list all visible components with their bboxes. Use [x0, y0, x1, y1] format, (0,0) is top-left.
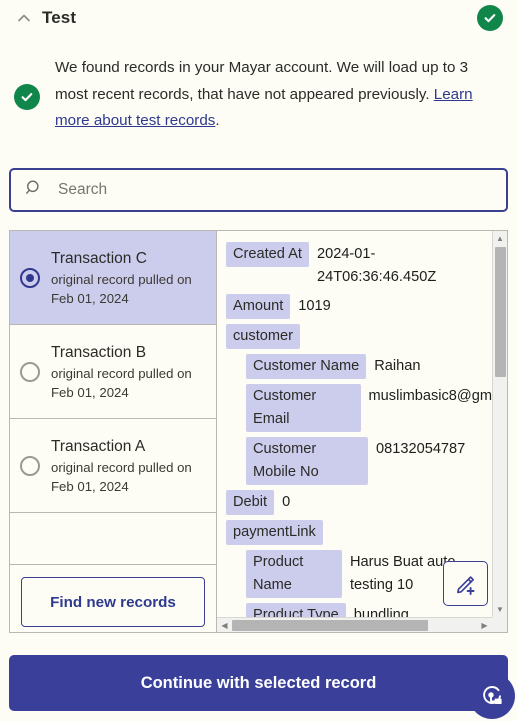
radio-button[interactable]	[20, 361, 40, 382]
record-item-transaction-b[interactable]: Transaction B original record pulled on …	[10, 325, 216, 419]
detail-value: Raihan	[374, 358, 421, 374]
detail-value: muslimbasic8@gm	[368, 388, 492, 404]
detail-key: Customer Email	[246, 384, 361, 432]
search-box[interactable]	[9, 168, 508, 212]
triangle-left-icon[interactable]: ◀	[217, 621, 232, 630]
records-list-footer: Find new records	[10, 565, 216, 632]
record-body: Transaction B original record pulled on …	[51, 342, 208, 402]
detail-value: 1019	[298, 298, 331, 314]
detail-field-amount: Amount 1019	[226, 294, 492, 319]
scrollbar-thumb-horizontal[interactable]	[232, 619, 428, 631]
detail-key: paymentLink	[226, 520, 323, 545]
page-title: Test	[42, 8, 77, 27]
info-banner: We found records in your Mayar account. …	[0, 55, 517, 135]
continue-with-selected-record-button[interactable]: Continue with selected record	[9, 655, 508, 711]
detail-group-paymentlink: paymentLink	[226, 520, 492, 545]
detail-value: bundling	[353, 607, 409, 617]
record-title: Transaction B	[51, 343, 147, 361]
chevron-up-icon[interactable]	[14, 8, 34, 28]
record-item-transaction-c[interactable]: Transaction C original record pulled on …	[10, 231, 216, 325]
info-text: We found records in your Mayar account. …	[55, 55, 501, 135]
record-subtitle: original record pulled on Feb 01, 2024	[51, 365, 192, 400]
detail-field-created-at: Created At 2024-01-24T06:36:46.450Z	[226, 242, 492, 289]
record-body: Transaction A original record pulled on …	[51, 436, 208, 496]
info-text-after: .	[215, 112, 220, 129]
detail-key: Amount	[226, 294, 291, 319]
detail-key: Customer Mobile No	[246, 437, 368, 485]
record-detail-panel: Created At 2024-01-24T06:36:46.450Z Amou…	[217, 230, 508, 633]
support-chat-icon[interactable]	[469, 673, 515, 719]
record-title: Transaction A	[51, 437, 146, 455]
detail-group-customer: customer	[226, 324, 492, 349]
detail-field-customer-mobile-no: Customer Mobile No 08132054787	[246, 437, 492, 485]
radio-button[interactable]	[20, 455, 40, 476]
radio-button[interactable]	[20, 267, 40, 288]
record-item-transaction-a[interactable]: Transaction A original record pulled on …	[10, 419, 216, 513]
check-circle-icon	[477, 5, 503, 31]
detail-field-customer-email: Customer Email muslimbasic8@gm	[246, 384, 492, 432]
search-input[interactable]	[58, 181, 492, 199]
detail-field-debit: Debit 0	[226, 490, 492, 515]
record-item-empty	[10, 513, 216, 565]
detail-value: 0	[282, 494, 291, 510]
detail-vertical-scrollbar[interactable]: ▲ ▼	[492, 231, 507, 617]
record-subtitle: original record pulled on Feb 01, 2024	[51, 271, 192, 306]
records-list: Transaction C original record pulled on …	[9, 230, 217, 633]
detail-key: Created At	[226, 242, 309, 267]
triangle-right-icon[interactable]: ▶	[477, 621, 492, 630]
detail-key: customer	[226, 324, 301, 349]
detail-key: Debit	[226, 490, 275, 515]
scrollbar-thumb-vertical[interactable]	[495, 247, 506, 377]
pencil-plus-icon[interactable]	[443, 561, 488, 606]
triangle-down-icon[interactable]: ▼	[493, 602, 507, 617]
find-new-records-button[interactable]: Find new records	[21, 577, 205, 627]
info-text-before: We found records in your Mayar account. …	[55, 59, 469, 103]
records-panels: Transaction C original record pulled on …	[9, 230, 508, 633]
detail-key: Product Type	[246, 603, 346, 617]
search-icon	[25, 179, 45, 202]
triangle-up-icon[interactable]: ▲	[493, 231, 507, 246]
scrollbar-corner	[492, 617, 507, 632]
record-body: Transaction C original record pulled on …	[51, 248, 208, 308]
section-header: Test	[0, 0, 517, 36]
detail-value: 2024-01-24T06:36:46.450Z	[316, 246, 437, 285]
detail-key: Customer Name	[246, 354, 367, 379]
record-title: Transaction C	[51, 249, 147, 267]
record-subtitle: original record pulled on Feb 01, 2024	[51, 459, 192, 494]
record-detail-content: Created At 2024-01-24T06:36:46.450Z Amou…	[217, 231, 492, 617]
detail-key: Product Name	[246, 550, 342, 598]
detail-horizontal-scrollbar[interactable]: ◀ ▶	[217, 617, 492, 632]
check-circle-icon	[14, 84, 40, 110]
detail-field-customer-name: Customer Name Raihan	[246, 354, 492, 379]
detail-value: 08132054787	[376, 441, 466, 457]
